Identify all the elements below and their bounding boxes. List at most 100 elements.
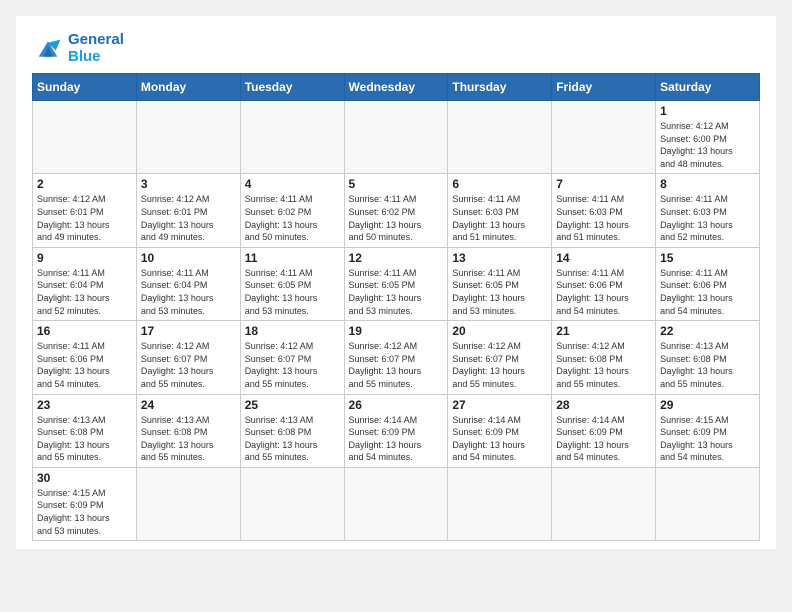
calendar-cell [33,101,137,174]
day-info: Sunrise: 4:12 AM Sunset: 6:07 PM Dayligh… [141,340,236,390]
calendar-page: GeneralBlue SundayMondayTuesdayWednesday… [16,16,776,549]
logo-text: GeneralBlue [68,32,124,65]
calendar-cell: 2 Sunrise: 4:12 AM Sunset: 6:01 PM Daylig… [33,174,137,247]
calendar-cell: 9 Sunrise: 4:11 AM Sunset: 6:04 PM Daylig… [33,247,137,320]
day-info: Sunrise: 4:14 AM Sunset: 6:09 PM Dayligh… [452,414,547,464]
day-number: 2 [37,177,132,191]
calendar-cell [240,101,344,174]
day-info: Sunrise: 4:13 AM Sunset: 6:08 PM Dayligh… [245,414,340,464]
calendar-table: SundayMondayTuesdayWednesdayThursdayFrid… [32,73,760,541]
day-info: Sunrise: 4:12 AM Sunset: 6:01 PM Dayligh… [37,193,132,243]
day-number: 29 [660,398,755,412]
calendar-cell [552,101,656,174]
day-number: 23 [37,398,132,412]
day-info: Sunrise: 4:14 AM Sunset: 6:09 PM Dayligh… [349,414,444,464]
day-info: Sunrise: 4:11 AM Sunset: 6:03 PM Dayligh… [452,193,547,243]
day-number: 16 [37,324,132,338]
calendar-cell: 28 Sunrise: 4:14 AM Sunset: 6:09 PM Dayli… [552,394,656,467]
calendar-cell: 5 Sunrise: 4:11 AM Sunset: 6:02 PM Daylig… [344,174,448,247]
day-number: 5 [349,177,444,191]
week-row-3: 9 Sunrise: 4:11 AM Sunset: 6:04 PM Daylig… [33,247,760,320]
day-number: 3 [141,177,236,191]
calendar-cell: 10Sunrise: 4:11 AM Sunset: 6:04 PM Dayli… [136,247,240,320]
day-info: Sunrise: 4:11 AM Sunset: 6:02 PM Dayligh… [349,193,444,243]
day-number: 4 [245,177,340,191]
day-info: Sunrise: 4:11 AM Sunset: 6:04 PM Dayligh… [141,267,236,317]
day-number: 11 [245,251,340,265]
day-number: 20 [452,324,547,338]
day-info: Sunrise: 4:15 AM Sunset: 6:09 PM Dayligh… [37,487,132,537]
calendar-cell: 18Sunrise: 4:12 AM Sunset: 6:07 PM Dayli… [240,321,344,394]
calendar-cell: 19 Sunrise: 4:12 AM Sunset: 6:07 PM Dayli… [344,321,448,394]
day-number: 19 [349,324,444,338]
calendar-cell: 23 Sunrise: 4:13 AM Sunset: 6:08 PM Dayli… [33,394,137,467]
day-info: Sunrise: 4:11 AM Sunset: 6:06 PM Dayligh… [660,267,755,317]
day-number: 6 [452,177,547,191]
day-info: Sunrise: 4:15 AM Sunset: 6:09 PM Dayligh… [660,414,755,464]
day-number: 26 [349,398,444,412]
day-info: Sunrise: 4:12 AM Sunset: 6:07 PM Dayligh… [452,340,547,390]
calendar-cell: 12Sunrise: 4:11 AM Sunset: 6:05 PM Dayli… [344,247,448,320]
calendar-cell: 7Sunrise: 4:11 AM Sunset: 6:03 PM Daylig… [552,174,656,247]
day-number: 9 [37,251,132,265]
day-info: Sunrise: 4:12 AM Sunset: 6:07 PM Dayligh… [349,340,444,390]
calendar-cell [136,467,240,540]
week-row-5: 23 Sunrise: 4:13 AM Sunset: 6:08 PM Dayli… [33,394,760,467]
calendar-cell: 11 Sunrise: 4:11 AM Sunset: 6:05 PM Dayli… [240,247,344,320]
day-number: 14 [556,251,651,265]
calendar-cell [344,467,448,540]
weekday-header-wednesday: Wednesday [344,74,448,101]
calendar-cell: 1 Sunrise: 4:12 AM Sunset: 6:00 PM Daylig… [656,101,760,174]
week-row-1: 1 Sunrise: 4:12 AM Sunset: 6:00 PM Daylig… [33,101,760,174]
calendar-cell [240,467,344,540]
day-info: Sunrise: 4:11 AM Sunset: 6:03 PM Dayligh… [556,193,651,243]
day-number: 8 [660,177,755,191]
calendar-cell: 26 Sunrise: 4:14 AM Sunset: 6:09 PM Dayli… [344,394,448,467]
day-info: Sunrise: 4:13 AM Sunset: 6:08 PM Dayligh… [660,340,755,390]
day-info: Sunrise: 4:13 AM Sunset: 6:08 PM Dayligh… [37,414,132,464]
day-info: Sunrise: 4:11 AM Sunset: 6:06 PM Dayligh… [37,340,132,390]
calendar-cell: 24 Sunrise: 4:13 AM Sunset: 6:08 PM Dayli… [136,394,240,467]
calendar-cell [552,467,656,540]
day-info: Sunrise: 4:12 AM Sunset: 6:08 PM Dayligh… [556,340,651,390]
calendar-cell: 6 Sunrise: 4:11 AM Sunset: 6:03 PM Daylig… [448,174,552,247]
day-info: Sunrise: 4:14 AM Sunset: 6:09 PM Dayligh… [556,414,651,464]
calendar-cell: 30 Sunrise: 4:15 AM Sunset: 6:09 PM Dayli… [33,467,137,540]
day-info: Sunrise: 4:13 AM Sunset: 6:08 PM Dayligh… [141,414,236,464]
weekday-header-sunday: Sunday [33,74,137,101]
calendar-cell: 14Sunrise: 4:11 AM Sunset: 6:06 PM Dayli… [552,247,656,320]
header: GeneralBlue [32,32,760,65]
calendar-cell: 15Sunrise: 4:11 AM Sunset: 6:06 PM Dayli… [656,247,760,320]
day-number: 1 [660,104,755,118]
calendar-cell [656,467,760,540]
day-number: 30 [37,471,132,485]
calendar-cell [448,101,552,174]
calendar-cell: 3Sunrise: 4:12 AM Sunset: 6:01 PM Daylig… [136,174,240,247]
calendar-cell: 29 Sunrise: 4:15 AM Sunset: 6:09 PM Dayli… [656,394,760,467]
calendar-cell: 20 Sunrise: 4:12 AM Sunset: 6:07 PM Dayli… [448,321,552,394]
day-number: 18 [245,324,340,338]
day-number: 24 [141,398,236,412]
calendar-cell: 8Sunrise: 4:11 AM Sunset: 6:03 PM Daylig… [656,174,760,247]
calendar-cell: 21Sunrise: 4:12 AM Sunset: 6:08 PM Dayli… [552,321,656,394]
day-number: 28 [556,398,651,412]
day-info: Sunrise: 4:11 AM Sunset: 6:05 PM Dayligh… [452,267,547,317]
day-number: 12 [349,251,444,265]
calendar-cell: 4Sunrise: 4:11 AM Sunset: 6:02 PM Daylig… [240,174,344,247]
week-row-6: 30 Sunrise: 4:15 AM Sunset: 6:09 PM Dayli… [33,467,760,540]
weekday-header-monday: Monday [136,74,240,101]
day-info: Sunrise: 4:11 AM Sunset: 6:05 PM Dayligh… [245,267,340,317]
calendar-cell: 27Sunrise: 4:14 AM Sunset: 6:09 PM Dayli… [448,394,552,467]
weekday-header-tuesday: Tuesday [240,74,344,101]
weekday-header-thursday: Thursday [448,74,552,101]
calendar-cell [448,467,552,540]
day-number: 22 [660,324,755,338]
calendar-cell: 17Sunrise: 4:12 AM Sunset: 6:07 PM Dayli… [136,321,240,394]
day-info: Sunrise: 4:12 AM Sunset: 6:00 PM Dayligh… [660,120,755,170]
day-info: Sunrise: 4:11 AM Sunset: 6:04 PM Dayligh… [37,267,132,317]
logo: GeneralBlue [32,32,124,65]
day-number: 25 [245,398,340,412]
calendar-cell [136,101,240,174]
calendar-cell: 16 Sunrise: 4:11 AM Sunset: 6:06 PM Dayli… [33,321,137,394]
calendar-cell: 13Sunrise: 4:11 AM Sunset: 6:05 PM Dayli… [448,247,552,320]
